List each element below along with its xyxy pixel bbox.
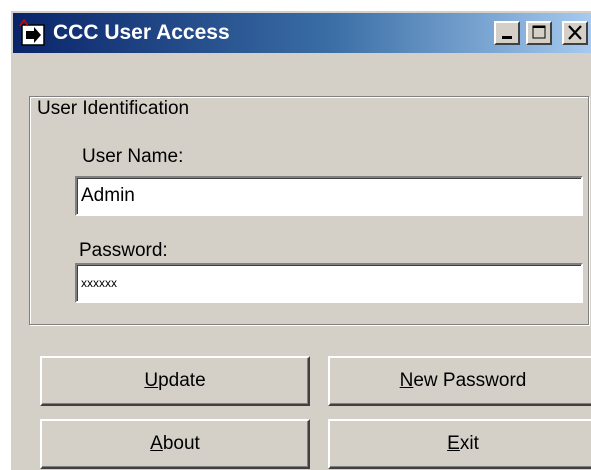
about-label: bout [162, 433, 200, 454]
maximize-button[interactable] [526, 21, 552, 45]
exit-button[interactable]: Exit [328, 419, 591, 469]
minimize-button[interactable] [494, 21, 520, 45]
user-name-label: User Name: [82, 146, 184, 167]
group-legend: User Identification [36, 98, 191, 120]
password-label: Password: [79, 240, 168, 261]
window-title: CCC User Access [53, 21, 230, 44]
maximize-icon [532, 25, 546, 39]
new-password-button[interactable]: New Password [328, 356, 591, 406]
update-mnemonic: U [144, 370, 159, 391]
app-icon[interactable] [19, 18, 47, 47]
update-button[interactable]: Update [40, 356, 310, 406]
user-name-input[interactable] [75, 176, 583, 216]
new-password-label: ew Password [413, 370, 527, 391]
about-mnemonic: A [150, 433, 163, 454]
new-password-mnemonic: N [399, 370, 414, 391]
exit-label: xit [459, 433, 479, 454]
about-button[interactable]: About [40, 419, 310, 469]
title-bar[interactable]: CCC User Access [13, 13, 591, 53]
password-input[interactable] [75, 263, 583, 303]
minimize-icon [502, 36, 512, 39]
exit-mnemonic: E [447, 433, 460, 454]
close-button[interactable] [562, 21, 588, 45]
user-access-window: CCC User Access User Identification User… [9, 9, 591, 470]
close-icon [568, 25, 582, 40]
update-label: pdate [158, 370, 206, 391]
